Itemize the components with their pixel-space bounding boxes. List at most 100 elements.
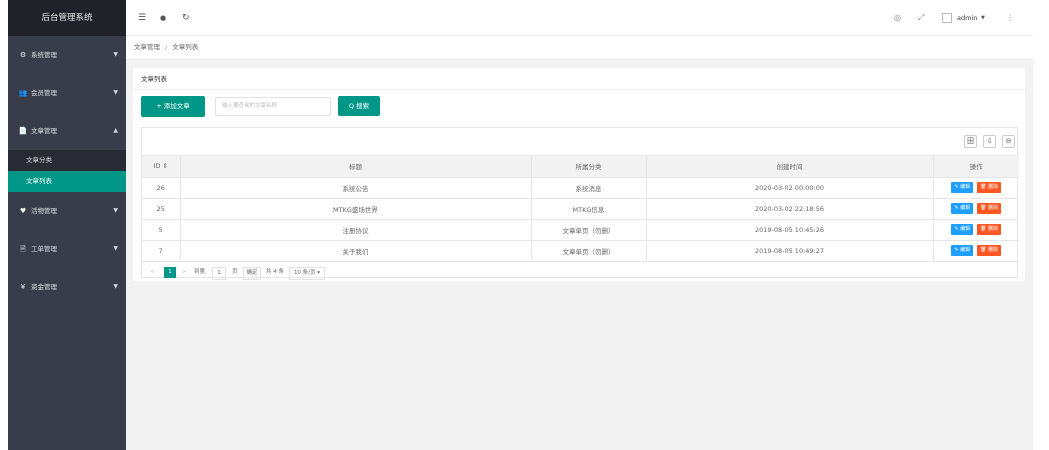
cell-id: 5 [142, 219, 181, 241]
sidebar-subitem-article-category[interactable]: 文章分类 [8, 150, 126, 171]
cell-id: 25 [142, 198, 181, 220]
page-number-input[interactable]: 1 [212, 266, 226, 280]
breadcrumb: 文章管理 / 文章列表 [126, 36, 1033, 60]
chat-icon[interactable]: ● [160, 0, 166, 36]
user-name[interactable]: admin [957, 0, 977, 36]
sidebar-item-label: 资金管理 [31, 283, 57, 291]
pagination: < 1 > 到第 1 页 确定 共 4 条 10 条/页 ▾ [142, 262, 1017, 283]
sidebar-item-label: 系统管理 [31, 51, 57, 59]
app-logo: 后台管理系统 [8, 0, 126, 36]
chevron-down-icon: ▼ [113, 89, 118, 96]
table-toolbar: 田 ⇩ ⊖ [142, 128, 1017, 156]
article-list-card: 文章列表 + 添加文章 输入要查询的文章名称 Q 搜索 田 ⇩ ⊖ ID ⇕ 标… [133, 68, 1025, 281]
sidebar-item-label: 工单管理 [31, 245, 57, 253]
table-row: 26 系统公告 系统消息 2020-03-02 00:00:00 ✎ 编辑 🗑 删… [142, 177, 1019, 199]
sidebar-item-tickets[interactable]: 🗎 工单管理 ▼ [8, 230, 126, 268]
delete-button[interactable]: 🗑 删除 [977, 203, 1002, 214]
cell-title: MTKG盛场世界 [180, 198, 532, 220]
avatar[interactable] [942, 13, 952, 23]
menu-toggle-icon[interactable]: ☰ [138, 0, 146, 36]
gear-icon: ⚙ [19, 51, 27, 59]
delete-button[interactable]: 🗑 删除 [977, 224, 1002, 235]
column-header-title: 标题 [180, 156, 532, 178]
cell-id: 7 [142, 240, 181, 262]
print-icon[interactable]: ⊖ [1002, 135, 1015, 148]
chevron-down-icon[interactable]: ▼ [981, 0, 985, 36]
chevron-down-icon: ▼ [113, 207, 118, 214]
column-header-category: 所属分类 [531, 156, 647, 178]
cell-actions: ✎ 编辑 🗑 删除 [933, 177, 1019, 199]
column-header-created: 创建时间 [646, 156, 934, 178]
data-table: ID ⇕ 标题 所属分类 创建时间 操作 26 系统公告 系统消息 2020-0… [142, 156, 1019, 262]
table-row: 7 关于我们 文章单页（勿删） 2019-08-05 10:49:27 ✎ 编辑… [142, 240, 1019, 262]
table-row: 5 注册协议 文章单页（勿删） 2019-08-05 10:45:26 ✎ 编辑… [142, 219, 1019, 241]
ticket-icon: 🗎 [20, 245, 26, 253]
card-title: 文章列表 [133, 68, 1025, 90]
heart-icon: ♥ [19, 207, 27, 215]
fullscreen-icon[interactable]: ⤢ [918, 0, 924, 36]
app-root: 后台管理系统 ⚙ 系统管理 ▼ 👥 会员管理 ▼ 📄 文章管理 ▲ 文章分类 文… [8, 0, 1033, 450]
confirm-page-button[interactable]: 确定 [243, 266, 261, 280]
page-1-button[interactable]: 1 [164, 266, 176, 278]
sidebar-item-label: 活物管理 [31, 207, 57, 215]
sidebar: 后台管理系统 ⚙ 系统管理 ▼ 👥 会员管理 ▼ 📄 文章管理 ▲ 文章分类 文… [8, 0, 126, 450]
edit-button[interactable]: ✎ 编辑 [951, 245, 974, 256]
chevron-down-icon: ▼ [113, 283, 118, 290]
sidebar-submenu-articles: 文章分类 文章列表 [8, 150, 126, 192]
cell-title: 关于我们 [180, 240, 532, 262]
delete-button[interactable]: 🗑 删除 [977, 182, 1002, 193]
cell-title: 系统公告 [180, 177, 532, 199]
cell-category: MTKG信息 [531, 198, 647, 220]
cell-title: 注册协议 [180, 219, 532, 241]
sidebar-item-label: 会员管理 [31, 89, 57, 97]
total-count: 共 4 条 [266, 268, 284, 275]
refresh-icon[interactable]: ↻ [182, 0, 190, 36]
column-header-id[interactable]: ID ⇕ [142, 156, 181, 178]
add-article-button[interactable]: + 添加文章 [141, 96, 205, 117]
cell-category: 系统消息 [531, 177, 647, 199]
chevron-down-icon: ▼ [113, 245, 118, 252]
cell-created: 2020-03-02 22:18:56 [646, 198, 934, 220]
delete-button[interactable]: 🗑 删除 [977, 245, 1002, 256]
cell-actions: ✎ 编辑 🗑 删除 [933, 240, 1019, 262]
search-input[interactable]: 输入要查询的文章名称 [215, 97, 331, 116]
table-header-row: ID ⇕ 标题 所属分类 创建时间 操作 [142, 156, 1019, 178]
cell-category: 文章单页（勿删） [531, 219, 647, 241]
article-table: 田 ⇩ ⊖ ID ⇕ 标题 所属分类 创建时间 操作 26 系统公告 系统消息 … [141, 127, 1019, 280]
cell-id: 26 [142, 177, 181, 199]
users-icon: 👥 [18, 89, 28, 97]
page-size-select[interactable]: 10 条/页 ▾ [289, 266, 325, 280]
sidebar-item-system[interactable]: ⚙ 系统管理 ▼ [8, 36, 126, 74]
chevron-up-icon: ▲ [113, 127, 118, 134]
sidebar-item-members[interactable]: 👥 会员管理 ▼ [8, 74, 126, 112]
theme-icon[interactable]: ◎ [894, 0, 901, 36]
export-icon[interactable]: ⇩ [983, 135, 996, 148]
page-unit-label: 页 [232, 268, 238, 275]
prev-page-button[interactable]: < [150, 267, 155, 278]
sidebar-item-funds[interactable]: ¥ 资金管理 ▼ [8, 268, 126, 306]
edit-button[interactable]: ✎ 编辑 [951, 182, 974, 193]
cell-created: 2019-08-05 10:45:26 [646, 219, 934, 241]
breadcrumb-item-current: 文章列表 [172, 43, 199, 51]
edit-button[interactable]: ✎ 编辑 [951, 203, 974, 214]
search-button[interactable]: Q 搜索 [338, 96, 380, 116]
cell-actions: ✎ 编辑 🗑 删除 [933, 219, 1019, 241]
more-icon[interactable]: ⋮ [1006, 0, 1014, 36]
cell-created: 2020-03-02 00:00:00 [646, 177, 934, 199]
document-icon: 📄 [18, 127, 28, 135]
top-header: ☰ ● ↻ ◎ ⤢ admin ▼ ⋮ [126, 0, 1033, 36]
sidebar-item-articles[interactable]: 📄 文章管理 ▲ [8, 112, 126, 150]
edit-button[interactable]: ✎ 编辑 [951, 224, 974, 235]
cell-category: 文章单页（勿删） [531, 240, 647, 262]
breadcrumb-item[interactable]: 文章管理 [134, 43, 160, 51]
columns-icon[interactable]: 田 [964, 135, 977, 148]
sidebar-subitem-article-list[interactable]: 文章列表 [8, 171, 126, 192]
next-page-button[interactable]: > [182, 267, 187, 278]
yen-icon: ¥ [20, 283, 26, 291]
table-row: 25 MTKG盛场世界 MTKG信息 2020-03-02 22:18:56 ✎… [142, 198, 1019, 220]
sidebar-item-label: 文章管理 [31, 127, 57, 135]
cell-created: 2019-08-05 10:49:27 [646, 240, 934, 262]
column-header-actions: 操作 [933, 156, 1019, 178]
sidebar-item-pets[interactable]: ♥ 活物管理 ▼ [8, 192, 126, 230]
cell-actions: ✎ 编辑 🗑 删除 [933, 198, 1019, 220]
